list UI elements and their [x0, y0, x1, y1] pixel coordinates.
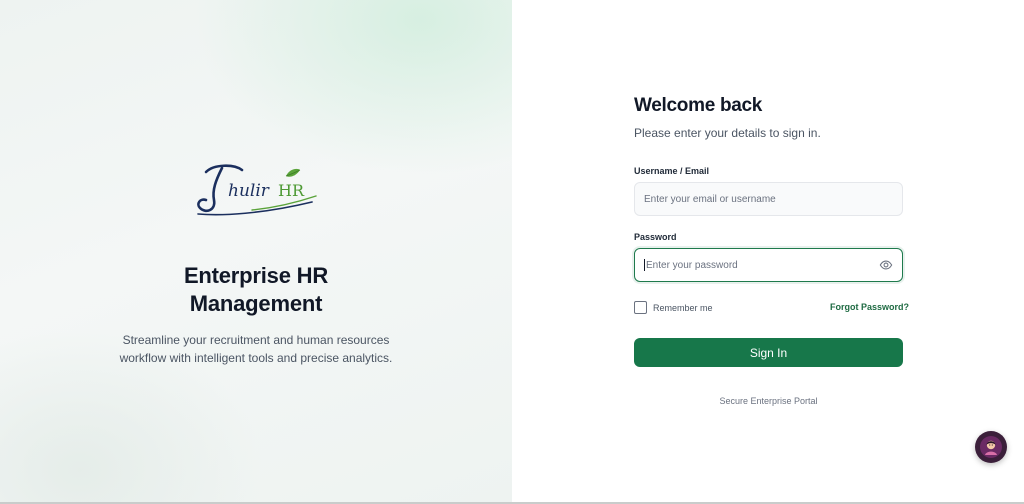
chatbot-avatar-icon [980, 436, 1002, 458]
company-logo: hulir HR [192, 158, 324, 220]
brand-title-line1: Enterprise HR [183, 263, 329, 288]
footer-note: Secure Enterprise Portal [719, 396, 818, 406]
page-subtitle: Please enter your details to sign in. [634, 126, 821, 140]
page-title: Welcome back [634, 95, 763, 116]
text-caret [644, 259, 645, 271]
password-label: Password [634, 232, 677, 242]
password-input[interactable] [646, 259, 873, 271]
brand-title: Enterprise HR Management [0, 262, 512, 318]
username-field-wrapper [634, 182, 903, 216]
remember-me-checkbox[interactable] [634, 301, 647, 314]
username-input[interactable] [644, 193, 893, 205]
svg-text:hulir: hulir [228, 181, 270, 201]
brand-description: Streamline your recruitment and human re… [0, 331, 512, 367]
brand-description-line2: workflow with intelligent tools and prec… [119, 351, 393, 365]
password-field-wrapper [634, 248, 903, 282]
svg-text:HR: HR [278, 181, 305, 200]
eye-icon[interactable] [879, 258, 893, 272]
brand-description-line1: Streamline your recruitment and human re… [122, 333, 390, 347]
sign-in-button[interactable]: Sign In [634, 338, 903, 367]
brand-panel [0, 0, 512, 504]
remember-me-row: Remember me [634, 301, 713, 314]
brand-title-line2: Management [189, 291, 323, 316]
username-label: Username / Email [634, 166, 710, 176]
remember-me-label[interactable]: Remember me [653, 303, 713, 313]
forgot-password-link[interactable]: Forgot Password? [830, 302, 909, 312]
chat-launcher-button[interactable] [975, 431, 1007, 463]
